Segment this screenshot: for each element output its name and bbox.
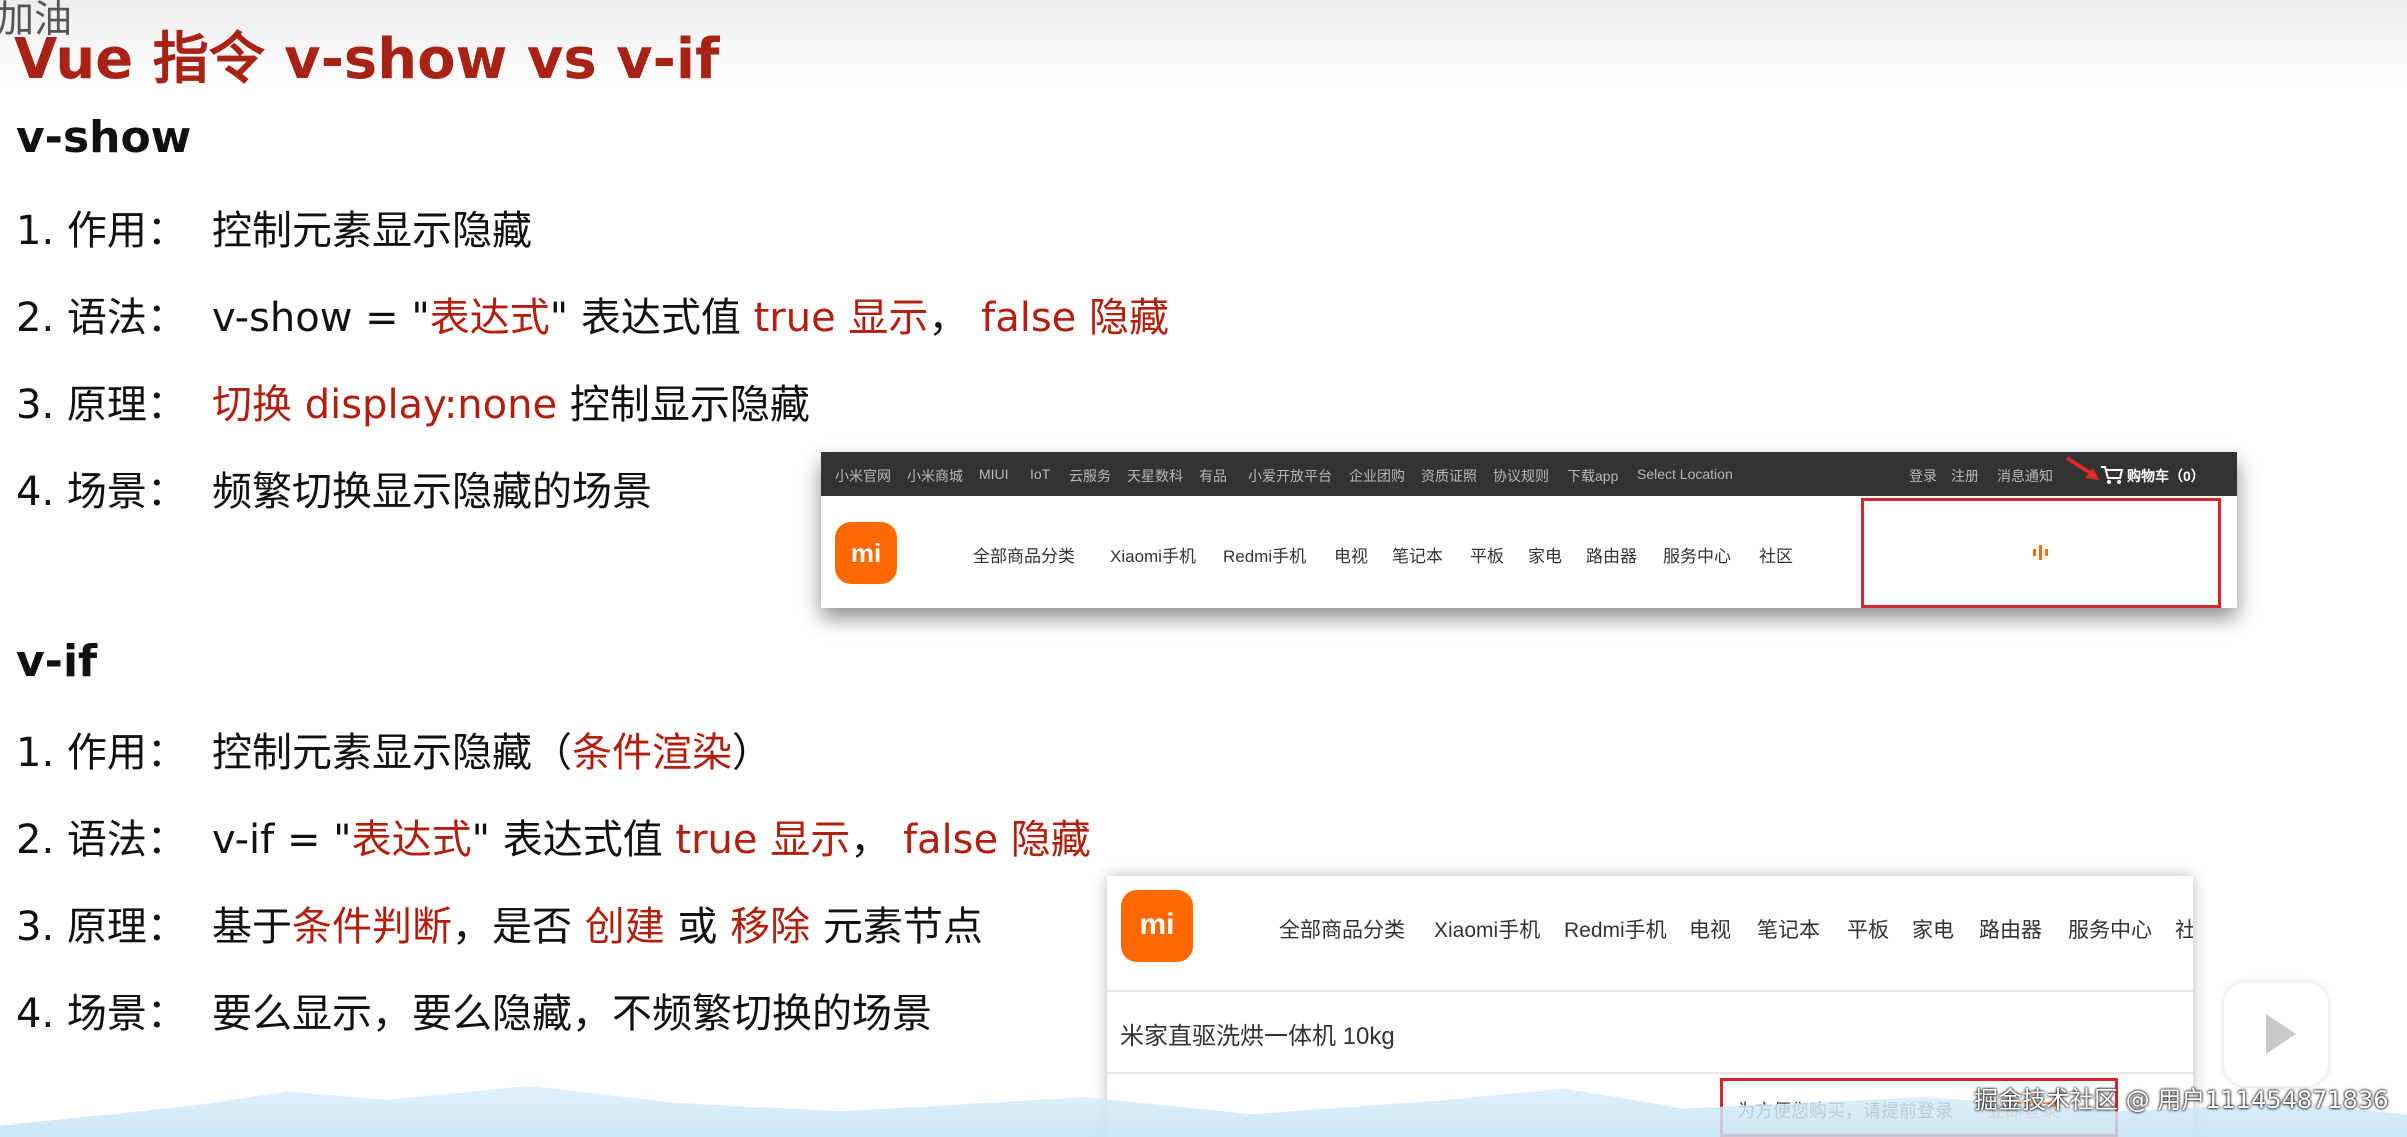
topbar-link[interactable]: 下载app bbox=[1567, 466, 1618, 486]
topbar-link[interactable]: IoT bbox=[1030, 466, 1050, 482]
topbar-link[interactable]: 有品 bbox=[1199, 466, 1227, 486]
item-label: 1. 作用： bbox=[16, 208, 187, 254]
highlight-text: 表达式 bbox=[351, 817, 472, 863]
item-text: ） bbox=[732, 730, 772, 776]
topbar-link[interactable]: Select Location bbox=[1637, 466, 1733, 482]
xiaomi-logo[interactable]: mi bbox=[1121, 890, 1193, 962]
divider bbox=[1107, 990, 2193, 992]
item-text: v-show = " bbox=[212, 295, 430, 341]
nav-item[interactable]: Redmi手机 bbox=[1223, 542, 1306, 567]
highlight-text: 切换 display:none bbox=[212, 382, 558, 428]
xiaomi-logo[interactable]: mi bbox=[835, 522, 897, 584]
cart-link[interactable]: 购物车（0） bbox=[2127, 466, 2205, 486]
item-label: 2. 语法： bbox=[16, 295, 187, 341]
vshow-item-3: 3. 原理： 切换 display:none 控制显示隐藏 bbox=[16, 372, 810, 430]
item-text: 控制元素显示隐藏（ bbox=[212, 730, 572, 776]
highlight-text: false 隐藏 bbox=[981, 295, 1169, 341]
nav-item[interactable]: Xiaomi手机 bbox=[1110, 542, 1196, 567]
product-title: 米家直驱洗烘一体机 10kg bbox=[1120, 1023, 1395, 1050]
logo-text: mi bbox=[1139, 908, 1175, 941]
nav-item[interactable]: 电视 bbox=[1689, 914, 1731, 944]
nav-item[interactable]: 路由器 bbox=[1586, 542, 1637, 567]
item-text: ， bbox=[850, 817, 903, 863]
topbar-link[interactable]: 小米官网 bbox=[835, 466, 891, 486]
topbar-link[interactable]: 小爱开放平台 bbox=[1248, 466, 1332, 486]
vshow-item-4: 4. 场景： 频繁切换显示隐藏的场景 bbox=[16, 459, 652, 517]
topbar-register[interactable]: 注册 bbox=[1951, 466, 1979, 486]
nav-item[interactable]: 路由器 bbox=[1979, 914, 2042, 944]
item-text: 或 bbox=[664, 904, 731, 950]
item-text: " 表达式值 bbox=[549, 295, 754, 341]
item-text: ，是否 bbox=[452, 904, 585, 950]
item-text: " 表达式值 bbox=[471, 817, 676, 863]
item-text: 控制显示隐藏 bbox=[557, 382, 810, 428]
nav-item[interactable]: 电视 bbox=[1334, 542, 1368, 567]
item-text: 要么显示，要么隐藏，不频繁切换的场景 bbox=[212, 991, 932, 1037]
vshow-item-2: 2. 语法： v-show = "表达式" 表达式值 true 显示， false… bbox=[16, 285, 1169, 343]
item-label: 3. 原理： bbox=[16, 382, 187, 428]
item-label: 3. 原理： bbox=[16, 904, 187, 950]
cart-dropdown-highlight bbox=[1861, 498, 2221, 608]
nav-item[interactable]: Redmi手机 bbox=[1564, 914, 1667, 944]
nav-item[interactable]: 笔记本 bbox=[1392, 542, 1443, 567]
arrow-icon bbox=[2065, 456, 2099, 480]
highlight-text: 表达式 bbox=[429, 295, 550, 341]
nav-item[interactable]: 服务中心 bbox=[1663, 542, 1731, 567]
item-label: 4. 场景： bbox=[16, 469, 187, 515]
item-text: 元素节点 bbox=[810, 904, 983, 950]
topbar-link[interactable]: MIUI bbox=[979, 466, 1009, 482]
cart-icon bbox=[2101, 466, 2124, 484]
item-label: 1. 作用： bbox=[16, 730, 187, 776]
highlight-text: 移除 bbox=[730, 904, 811, 950]
nav-item[interactable]: 全部商品分类 bbox=[973, 542, 1075, 567]
item-text: v-if = " bbox=[212, 817, 352, 863]
highlight-text: true 显示 bbox=[753, 295, 929, 341]
xiaomi-topbar: 小米官网 小米商城 MIUI IoT 云服务 天星数科 有品 小爱开放平台 企业… bbox=[821, 452, 2237, 496]
nav-item[interactable]: 社区 bbox=[1759, 542, 1793, 567]
nav-item[interactable]: Xiaomi手机 bbox=[1434, 914, 1540, 944]
highlight-text: 创建 bbox=[584, 904, 665, 950]
topbar-link[interactable]: 小米商城 bbox=[907, 466, 963, 486]
nav-item[interactable]: 服务中心 bbox=[2068, 914, 2152, 944]
vif-item-2: 2. 语法： v-if = "表达式" 表达式值 true 显示， false 隐… bbox=[16, 807, 1091, 865]
item-text: 控制元素显示隐藏 bbox=[212, 208, 532, 254]
topbar-link[interactable]: 协议规则 bbox=[1493, 466, 1549, 486]
nav-item[interactable]: 家电 bbox=[1912, 914, 1954, 944]
play-icon[interactable] bbox=[2224, 982, 2328, 1086]
item-text: 频繁切换显示隐藏的场景 bbox=[212, 469, 652, 515]
topbar-notifications[interactable]: 消息通知 bbox=[1997, 466, 2053, 486]
nav-item[interactable]: 笔记本 bbox=[1757, 914, 1820, 944]
highlight-text: 条件判断 bbox=[292, 904, 452, 950]
slide-title: Vue 指令 v-show vs v-if bbox=[14, 27, 720, 92]
highlight-text: 条件渲染 bbox=[572, 730, 732, 776]
xiaomi-header-screenshot-1: 小米官网 小米商城 MIUI IoT 云服务 天星数科 有品 小爱开放平台 企业… bbox=[821, 452, 2237, 608]
topbar-login[interactable]: 登录 bbox=[1909, 466, 1937, 486]
item-label: 2. 语法： bbox=[16, 817, 187, 863]
highlight-text: true 显示 bbox=[675, 817, 851, 863]
highlight-text: false 隐藏 bbox=[902, 817, 1091, 863]
topbar-link[interactable]: 天星数科 bbox=[1127, 466, 1183, 486]
loading-icon bbox=[2033, 545, 2048, 560]
nav-item[interactable]: 家电 bbox=[1528, 542, 1562, 567]
nav-item[interactable]: 社区 bbox=[2175, 914, 2193, 944]
watermark-text: 掘金技术社区 @ 用户111454871836 bbox=[1974, 1086, 2389, 1114]
topbar-link[interactable]: 资质证照 bbox=[1421, 466, 1477, 486]
item-text: 基于 bbox=[212, 904, 292, 950]
nav-item[interactable]: 平板 bbox=[1847, 914, 1889, 944]
vif-item-1: 1. 作用： 控制元素显示隐藏（条件渲染） bbox=[16, 720, 772, 778]
topbar-link[interactable]: 云服务 bbox=[1069, 466, 1111, 486]
item-label: 4. 场景： bbox=[16, 991, 187, 1037]
logo-text: mi bbox=[850, 538, 882, 568]
item-text: ， bbox=[928, 295, 982, 341]
vif-item-4: 4. 场景： 要么显示，要么隐藏，不频繁切换的场景 bbox=[16, 981, 932, 1039]
nav-item[interactable]: 全部商品分类 bbox=[1279, 914, 1405, 944]
nav-item[interactable]: 平板 bbox=[1470, 542, 1504, 567]
divider bbox=[1107, 1072, 2193, 1074]
topbar-link[interactable]: 企业团购 bbox=[1349, 466, 1405, 486]
vif-item-3: 3. 原理： 基于条件判断，是否 创建 或 移除 元素节点 bbox=[16, 894, 983, 952]
vshow-heading: v-show bbox=[16, 112, 192, 163]
vshow-item-1: 1. 作用： 控制元素显示隐藏 bbox=[16, 198, 532, 256]
vif-heading: v-if bbox=[16, 636, 98, 687]
